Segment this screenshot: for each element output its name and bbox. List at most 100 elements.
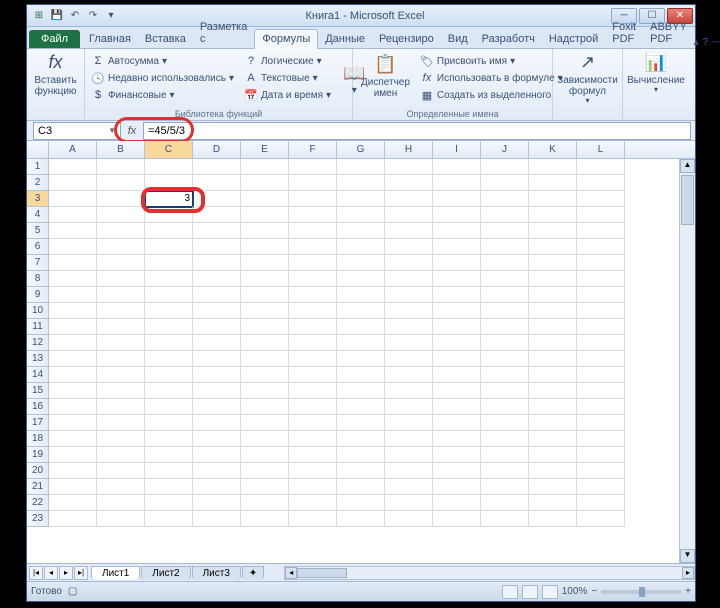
cell-C10[interactable] <box>145 303 193 319</box>
col-header-C[interactable]: C <box>145 141 193 158</box>
cell-J11[interactable] <box>481 319 529 335</box>
create-from-selection-button[interactable]: ▦Создать из выделенного <box>418 87 565 103</box>
cell-D17[interactable] <box>193 415 241 431</box>
cell-B20[interactable] <box>97 463 145 479</box>
cell-L12[interactable] <box>577 335 625 351</box>
cell-E1[interactable] <box>241 159 289 175</box>
cell-B13[interactable] <box>97 351 145 367</box>
cell-G11[interactable] <box>337 319 385 335</box>
zoom-level[interactable]: 100% <box>562 586 588 597</box>
cell-B18[interactable] <box>97 431 145 447</box>
col-header-E[interactable]: E <box>241 141 289 158</box>
cell-C13[interactable] <box>145 351 193 367</box>
cell-J15[interactable] <box>481 383 529 399</box>
cell-B1[interactable] <box>97 159 145 175</box>
cell-F12[interactable] <box>289 335 337 351</box>
cell-B2[interactable] <box>97 175 145 191</box>
formula-dependencies-button[interactable]: ↗ Зависимости формул ▾ <box>557 51 618 108</box>
scroll-left-icon[interactable]: ◂ <box>285 567 297 579</box>
cell-F6[interactable] <box>289 239 337 255</box>
cell-H19[interactable] <box>385 447 433 463</box>
cell-L10[interactable] <box>577 303 625 319</box>
cell-A21[interactable] <box>49 479 97 495</box>
cell-C5[interactable] <box>145 223 193 239</box>
cell-D8[interactable] <box>193 271 241 287</box>
cell-L6[interactable] <box>577 239 625 255</box>
cell-E10[interactable] <box>241 303 289 319</box>
row-header-22[interactable]: 22 <box>27 495 49 511</box>
col-header-H[interactable]: H <box>385 141 433 158</box>
cell-I8[interactable] <box>433 271 481 287</box>
cell-H5[interactable] <box>385 223 433 239</box>
cell-I20[interactable] <box>433 463 481 479</box>
cell-D21[interactable] <box>193 479 241 495</box>
assign-name-button[interactable]: 🏷Присвоить имя ▾ <box>418 53 565 69</box>
cell-F23[interactable] <box>289 511 337 527</box>
cell-L16[interactable] <box>577 399 625 415</box>
cell-H10[interactable] <box>385 303 433 319</box>
tab-review[interactable]: Рецензиро <box>372 30 441 48</box>
cell-F10[interactable] <box>289 303 337 319</box>
row-header-4[interactable]: 4 <box>27 207 49 223</box>
scroll-up-icon[interactable]: ▲ <box>680 159 695 173</box>
use-in-formula-button[interactable]: fxИспользовать в формуле ▾ <box>418 70 565 86</box>
cell-H14[interactable] <box>385 367 433 383</box>
cell-C19[interactable] <box>145 447 193 463</box>
help-icon[interactable]: ? <box>703 37 709 48</box>
cell-G15[interactable] <box>337 383 385 399</box>
cell-I13[interactable] <box>433 351 481 367</box>
cell-I4[interactable] <box>433 207 481 223</box>
cell-C11[interactable] <box>145 319 193 335</box>
sheet-nav-next[interactable]: ▸ <box>59 566 73 580</box>
cell-K14[interactable] <box>529 367 577 383</box>
cell-B9[interactable] <box>97 287 145 303</box>
cell-L8[interactable] <box>577 271 625 287</box>
cell-J23[interactable] <box>481 511 529 527</box>
cell-F13[interactable] <box>289 351 337 367</box>
zoom-out-button[interactable]: − <box>591 586 597 597</box>
cell-C18[interactable] <box>145 431 193 447</box>
cell-H3[interactable] <box>385 191 433 207</box>
row-header-17[interactable]: 17 <box>27 415 49 431</box>
col-header-G[interactable]: G <box>337 141 385 158</box>
cell-K18[interactable] <box>529 431 577 447</box>
cell-F18[interactable] <box>289 431 337 447</box>
cell-C23[interactable] <box>145 511 193 527</box>
cell-H1[interactable] <box>385 159 433 175</box>
cell-A6[interactable] <box>49 239 97 255</box>
cell-C14[interactable] <box>145 367 193 383</box>
cell-L9[interactable] <box>577 287 625 303</box>
col-header-I[interactable]: I <box>433 141 481 158</box>
cell-G16[interactable] <box>337 399 385 415</box>
cell-E15[interactable] <box>241 383 289 399</box>
cell-B21[interactable] <box>97 479 145 495</box>
datetime-button[interactable]: 📅Дата и время ▾ <box>242 87 333 103</box>
tab-home[interactable]: Главная <box>82 30 138 48</box>
cell-I22[interactable] <box>433 495 481 511</box>
cell-L17[interactable] <box>577 415 625 431</box>
cell-C12[interactable] <box>145 335 193 351</box>
cell-C9[interactable] <box>145 287 193 303</box>
cell-D7[interactable] <box>193 255 241 271</box>
scroll-right-icon[interactable]: ▸ <box>682 567 694 579</box>
undo-icon[interactable]: ↶ <box>67 8 83 24</box>
cell-B8[interactable] <box>97 271 145 287</box>
hscroll-thumb[interactable] <box>297 568 347 578</box>
row-header-16[interactable]: 16 <box>27 399 49 415</box>
cell-J21[interactable] <box>481 479 529 495</box>
cell-E11[interactable] <box>241 319 289 335</box>
cell-K11[interactable] <box>529 319 577 335</box>
cell-E19[interactable] <box>241 447 289 463</box>
cell-C4[interactable] <box>145 207 193 223</box>
vscroll-thumb[interactable] <box>681 175 694 225</box>
cell-K2[interactable] <box>529 175 577 191</box>
zoom-in-button[interactable]: + <box>685 586 691 597</box>
cell-J3[interactable] <box>481 191 529 207</box>
cell-H11[interactable] <box>385 319 433 335</box>
vertical-scrollbar[interactable]: ▲ ▼ <box>679 159 695 563</box>
cell-H6[interactable] <box>385 239 433 255</box>
cell-B6[interactable] <box>97 239 145 255</box>
cell-B4[interactable] <box>97 207 145 223</box>
cell-C16[interactable] <box>145 399 193 415</box>
cell-I6[interactable] <box>433 239 481 255</box>
